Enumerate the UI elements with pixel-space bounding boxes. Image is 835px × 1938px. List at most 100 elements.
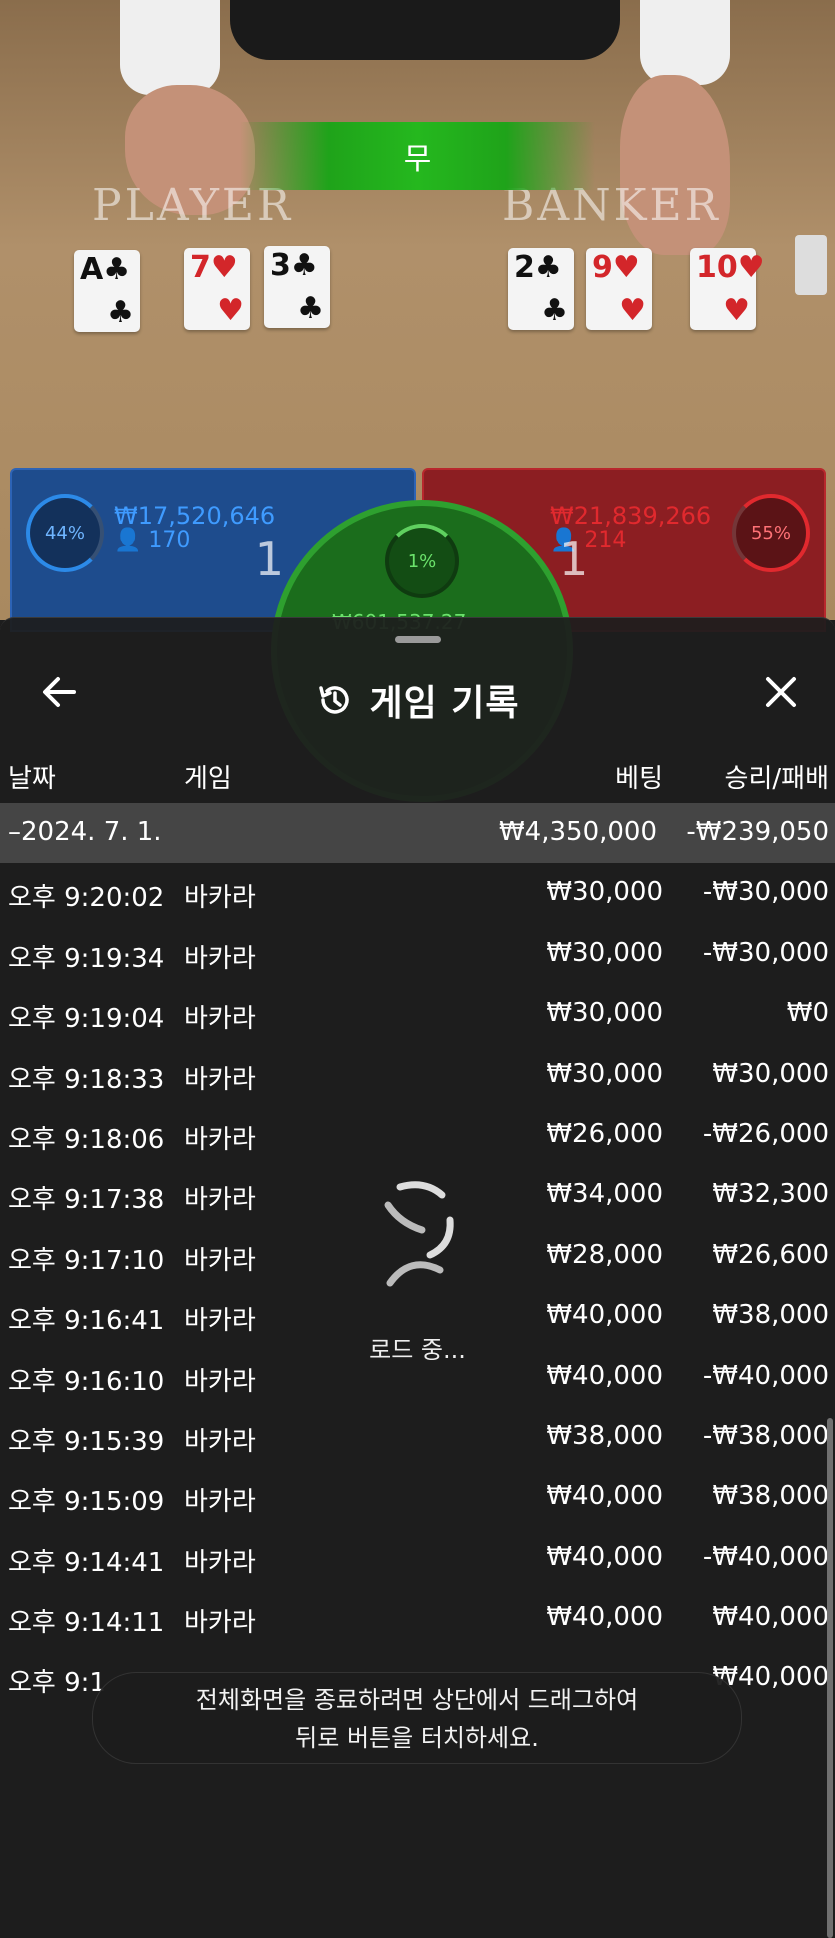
player-card: 7♥ ♥ xyxy=(184,248,250,330)
row-bet: ₩40,000 xyxy=(546,1300,663,1331)
row-game: 바카라 xyxy=(184,943,256,974)
toast-line-2: 뒤로 버튼을 터치하세요. xyxy=(295,1724,539,1752)
row-time: 오후 9:19:04 xyxy=(8,1004,165,1035)
row-result: -₩26,000 xyxy=(702,1118,829,1149)
table-row[interactable]: 오후 9:19:34 바카라 ₩30,000 -₩30,000 xyxy=(0,924,835,984)
row-result: -₩30,000 xyxy=(702,877,829,908)
banker-score: 1 xyxy=(559,532,589,586)
dealer-right-sleeve xyxy=(640,0,730,85)
summary-bet: ₩4,350,000 xyxy=(498,817,657,847)
row-game: 바카라 xyxy=(184,1426,256,1457)
sheet-drag-handle[interactable] xyxy=(395,636,441,643)
user-icon: 👤 xyxy=(114,528,142,553)
row-game: 바카라 xyxy=(184,883,256,914)
row-game: 바카라 xyxy=(184,1245,256,1276)
table-row[interactable]: 오후 9:19:04 바카라 ₩30,000 ₩0 xyxy=(0,984,835,1044)
row-time: 오후 9:16:10 xyxy=(8,1366,165,1397)
banker-card: 9♥ ♥ xyxy=(586,248,652,330)
row-result: ₩38,000 xyxy=(712,1300,829,1331)
row-game: 바카라 xyxy=(184,1608,256,1639)
row-time: 오후 9:18:33 xyxy=(8,1064,165,1095)
row-result: ₩30,000 xyxy=(712,1058,829,1089)
table-row[interactable]: 오후 9:14:11 바카라 ₩40,000 ₩40,000 xyxy=(0,1588,835,1648)
banker-card: 10♥ ♥ xyxy=(690,248,765,330)
column-result: 승리/패배 xyxy=(724,764,829,794)
table-row[interactable]: 오후 9:18:06 바카라 ₩26,000 -₩26,000 xyxy=(0,1105,835,1165)
table-row[interactable]: 오후 9:18:33 바카라 ₩30,000 ₩30,000 xyxy=(0,1045,835,1105)
player-score: 1 xyxy=(254,532,284,586)
loading-text: 로드 중... xyxy=(369,1336,466,1364)
row-game: 바카라 xyxy=(184,1185,256,1216)
table-row[interactable]: 오후 9:15:09 바카라 ₩40,000 ₩38,000 xyxy=(0,1467,835,1527)
row-result: -₩30,000 xyxy=(702,937,829,968)
row-bet: ₩40,000 xyxy=(546,1541,663,1572)
table-row[interactable]: 오후 9:14:41 바카라 ₩40,000 -₩40,000 xyxy=(0,1528,835,1588)
tie-percent-ring: 1% xyxy=(385,524,459,598)
row-result: ₩0 xyxy=(786,998,829,1029)
page-title: 게임 기록 xyxy=(369,683,520,724)
banker-percent-ring: 55% xyxy=(732,494,810,572)
table-row[interactable]: 오후 9:20:02 바카라 ₩30,000 -₩30,000 xyxy=(0,863,835,923)
column-bet: 베팅 xyxy=(615,764,663,794)
row-result: ₩40,000 xyxy=(712,1602,829,1633)
player-user-count: 👤 170 xyxy=(114,528,190,553)
row-time: 오후 9:14:11 xyxy=(8,1608,165,1639)
row-bet: ₩40,000 xyxy=(546,1602,663,1633)
scrollbar[interactable] xyxy=(827,1418,833,1938)
row-bet: ₩30,000 xyxy=(546,1058,663,1089)
date-summary-row[interactable]: –2024. 7. 1. -₩239,050 ₩4,350,000 xyxy=(0,803,835,864)
close-icon xyxy=(766,677,796,707)
winner-banner: 무 xyxy=(240,122,595,190)
row-result: ₩26,600 xyxy=(712,1239,829,1270)
row-game: 바카라 xyxy=(184,1487,256,1518)
table-row[interactable]: 오후 9:15:39 바카라 ₩38,000 -₩38,000 xyxy=(0,1407,835,1467)
card-shoe xyxy=(795,235,827,295)
close-button[interactable] xyxy=(757,668,805,716)
row-result: -₩40,000 xyxy=(702,1541,829,1572)
row-bet: ₩30,000 xyxy=(546,937,663,968)
row-bet: ₩26,000 xyxy=(546,1118,663,1149)
row-game: 바카라 xyxy=(184,1124,256,1155)
player-card: 3♣ ♣ xyxy=(264,246,330,328)
summary-date: –2024. 7. 1. xyxy=(8,817,162,847)
sheet-header: 게임 기록 xyxy=(0,656,835,728)
row-result: ₩38,000 xyxy=(712,1481,829,1512)
row-game: 바카라 xyxy=(184,1004,256,1035)
row-time: 오후 9:17:38 xyxy=(8,1185,165,1216)
sheet-title-group: 게임 기록 xyxy=(0,674,835,726)
fullscreen-toast: 전체화면을 종료하려면 상단에서 드래그하여 뒤로 버튼을 터치하세요. xyxy=(92,1672,742,1764)
banker-bet-total: ₩21,839,266 xyxy=(550,502,712,530)
banker-users-value: 214 xyxy=(584,528,627,553)
player-card: A♣ ♣ xyxy=(74,250,140,332)
row-bet: ₩30,000 xyxy=(546,998,663,1029)
column-game: 게임 xyxy=(184,764,232,794)
summary-result: -₩239,050 xyxy=(686,817,829,847)
row-time: 오후 9:19:34 xyxy=(8,943,165,974)
player-users-value: 170 xyxy=(148,528,191,553)
row-bet: ₩40,000 xyxy=(546,1360,663,1391)
row-game: 바카라 xyxy=(184,1064,256,1095)
row-time: 오후 9:15:39 xyxy=(8,1426,165,1457)
row-time: 오후 9:18:06 xyxy=(8,1124,165,1155)
row-bet: ₩28,000 xyxy=(546,1239,663,1270)
row-bet: ₩30,000 xyxy=(546,877,663,908)
player-percent-ring: 44% xyxy=(26,494,104,572)
row-time: 오후 9:1 xyxy=(8,1668,106,1699)
row-result: -₩38,000 xyxy=(702,1420,829,1451)
row-result: -₩40,000 xyxy=(702,1360,829,1391)
row-bet: ₩34,000 xyxy=(546,1179,663,1210)
row-time: 오후 9:14:41 xyxy=(8,1547,165,1578)
row-game: 바카라 xyxy=(184,1366,256,1397)
column-date: 날짜 xyxy=(8,764,56,794)
row-bet: ₩38,000 xyxy=(546,1420,663,1451)
loading-spinner-icon xyxy=(384,1181,454,1287)
history-icon xyxy=(319,686,350,714)
row-result: ₩32,300 xyxy=(712,1179,829,1210)
row-time: 오후 9:17:10 xyxy=(8,1245,165,1276)
player-bet-total: ₩17,520,646 xyxy=(114,502,276,530)
dealer-left-sleeve xyxy=(120,0,220,95)
row-time: 오후 9:20:02 xyxy=(8,883,165,914)
row-time: 오후 9:15:09 xyxy=(8,1487,165,1518)
banker-card: 2♣ ♣ xyxy=(508,248,574,330)
row-game: 바카라 xyxy=(184,1547,256,1578)
